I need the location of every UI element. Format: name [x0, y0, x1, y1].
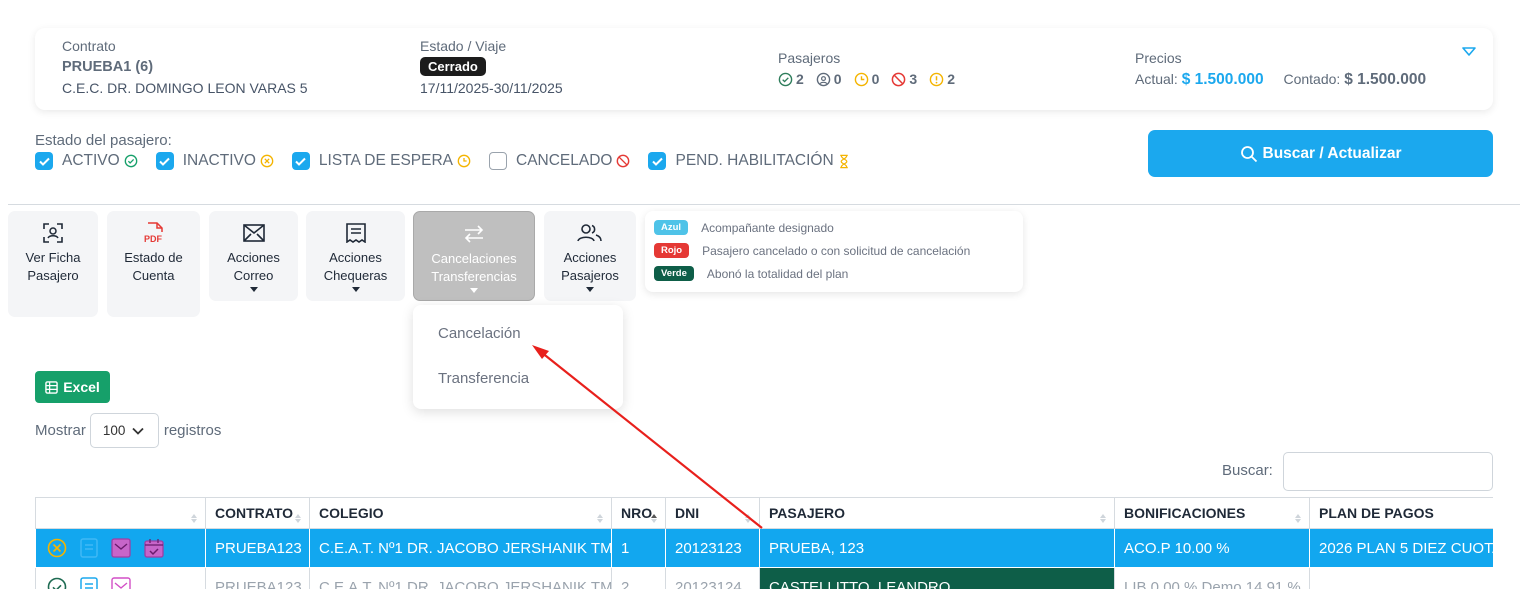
- annotation-arrow-line: [540, 351, 763, 529]
- annotation-arrow: [532, 345, 763, 529]
